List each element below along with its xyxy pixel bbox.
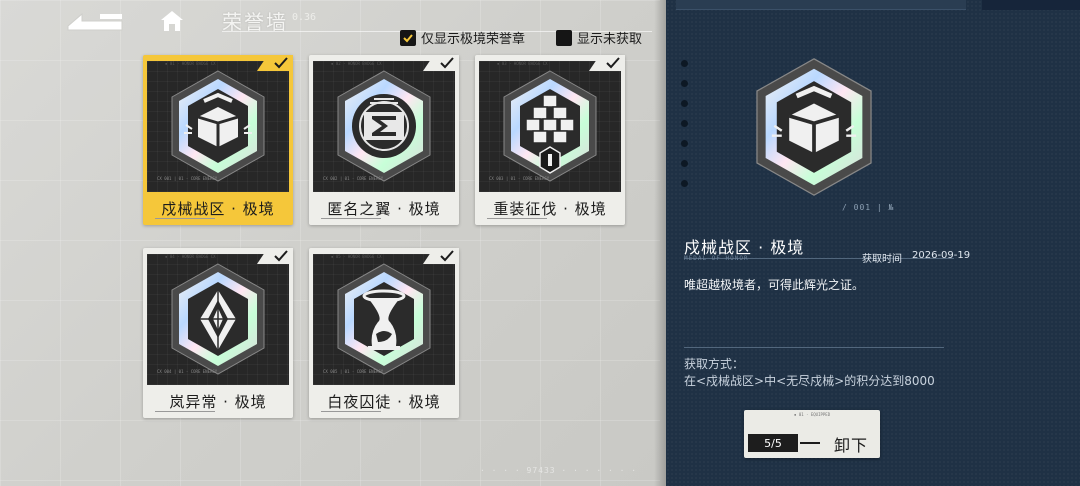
filter-extreme-only[interactable]: 仅显示极境荣誉章 xyxy=(400,28,525,47)
filter-show-unobtained-label: 显示未获取 xyxy=(577,32,643,47)
badge-card-art: ▪ 05 · HONOR BADGE CX CX 005 | 01 · CORE… xyxy=(313,254,455,385)
checkbox-unchecked-icon[interactable] xyxy=(556,29,572,46)
card-underline xyxy=(155,218,215,220)
card-microtext: ▪ 04 · HONOR BADGE CX xyxy=(165,254,216,259)
badge-card-art: ▪ 03 · HONOR BADGE CX CX 003 | 01 · CORE… xyxy=(479,61,621,192)
home-button[interactable] xyxy=(156,6,188,36)
badge-card-anonymous-wing[interactable]: ▪ 02 · HONOR BADGE CX CX 002 | 01 · CORE… xyxy=(309,55,459,225)
card-microtext-bottom: CX 005 | 01 · CORE ENERGY xyxy=(323,369,384,374)
card-microtext-bottom: CX 002 | 01 · CORE ENERGY xyxy=(323,176,384,181)
obtain-time: 2026-09-19 xyxy=(912,250,971,261)
footer-microtext: · · · · 97433 · · · · · · · xyxy=(480,466,638,475)
checkbox-checked-icon[interactable] xyxy=(400,29,416,46)
unequip-button-label: 卸下 xyxy=(833,436,868,455)
obtain-time-label: 获取时间 xyxy=(862,254,902,265)
badge-card-art: ▪ 01 · HONOR BADGE CX CX 001 | 01 · CORE… xyxy=(147,61,289,192)
badge-card-defense-zone[interactable]: ▪ 01 · HONOR BADGE CX CX 001 | 01 · CORE… xyxy=(143,55,293,225)
badge-card-label: 戍械战区 · 极境 xyxy=(161,200,275,218)
crystal-icon xyxy=(171,263,265,375)
sigma-icon xyxy=(337,70,431,182)
badge-card-white-night[interactable]: ▪ 05 · HONOR BADGE CX CX 005 | 01 · CORE… xyxy=(309,248,459,418)
badge-serial-microtext: / 001 | № xyxy=(842,203,895,212)
badge-card-label: 白夜囚徒 · 极境 xyxy=(327,393,441,411)
method-divider xyxy=(684,347,944,348)
page-code: 0.36 xyxy=(292,12,317,23)
badge-card-label: 匿名之翼 · 极境 xyxy=(327,200,441,218)
method-label: 获取方式： xyxy=(684,357,745,371)
card-underline xyxy=(321,411,381,413)
stacked-cubes-icon xyxy=(503,70,597,182)
badge-card-label: 重装征伐 · 极境 xyxy=(493,200,607,218)
panel-top-strip xyxy=(676,0,966,10)
owned-check-icon xyxy=(589,55,625,71)
method-text: 在<戍械战区>中<无尽戍械>的积分达到8000 xyxy=(684,374,935,388)
filter-show-unobtained[interactable]: 显示未获取 xyxy=(556,28,642,47)
back-button[interactable] xyxy=(64,6,126,36)
hourglass-icon xyxy=(337,263,431,375)
card-microtext-bottom: CX 001 | 01 · CORE ENERGY xyxy=(157,176,218,181)
card-microtext: ▪ 05 · HONOR BADGE CX xyxy=(331,254,382,259)
filter-extreme-only-label: 仅显示极境荣誉章 xyxy=(421,32,526,47)
card-underline xyxy=(155,411,215,413)
button-microtext: ▪ 01 · EQUIPPED xyxy=(794,412,831,417)
badge-card-art: ▪ 04 · HONOR BADGE CX CX 004 | 01 · CORE… xyxy=(147,254,289,385)
card-underline xyxy=(487,218,547,220)
home-icon xyxy=(161,11,183,31)
card-underline xyxy=(321,218,381,220)
unequip-button[interactable]: ▪ 01 · EQUIPPED 5/5 卸下 xyxy=(744,410,880,458)
card-microtext: ▪ 03 · HONOR BADGE CX xyxy=(497,61,548,66)
card-microtext-bottom: CX 004 | 01 · CORE ENERGY xyxy=(157,369,218,374)
badge-card-anomaly[interactable]: ▪ 04 · HONOR BADGE CX CX 004 | 01 · CORE… xyxy=(143,248,293,418)
cube-shield-icon xyxy=(171,70,265,182)
back-arrow-icon xyxy=(67,12,123,31)
detail-subtitle-microtext: MEDAL OF HONOR xyxy=(684,255,749,262)
selected-badge-cube-shield-icon xyxy=(756,58,872,196)
card-microtext-bottom: CX 003 | 01 · CORE ENERGY xyxy=(489,176,550,181)
badge-card-art: ▪ 02 · HONOR BADGE CX CX 002 | 01 · CORE… xyxy=(313,61,455,192)
badge-card-heavy-assault[interactable]: ▪ 03 · HONOR BADGE CX CX 003 | 01 · CORE… xyxy=(475,55,625,225)
detail-description: 唯超越极境者，可得此辉光之证。 xyxy=(684,278,865,292)
badge-card-label: 岚异常 · 极境 xyxy=(169,393,267,411)
panel-corner xyxy=(982,0,1080,10)
card-microtext: ▪ 01 · HONOR BADGE CX xyxy=(165,61,216,66)
card-microtext: ▪ 02 · HONOR BADGE CX xyxy=(331,61,382,66)
equip-count-badge: 5/5 xyxy=(748,434,820,452)
